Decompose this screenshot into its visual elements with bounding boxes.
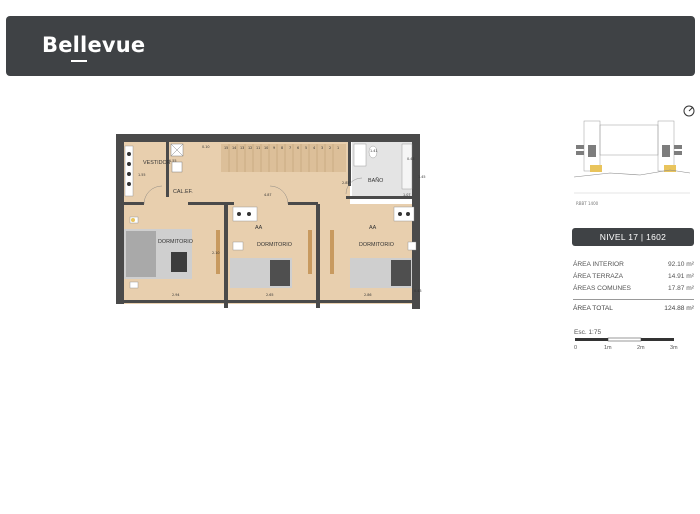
key-plan: RBBT 1400 <box>573 120 691 206</box>
step-2: 2 <box>329 146 331 150</box>
dim-6: 2.10 <box>212 251 220 255</box>
step-1: 1 <box>337 146 339 150</box>
label-dormitorio-3: DORMITORIO <box>359 242 394 248</box>
dim-8: 2.65 <box>266 293 274 297</box>
keyplan-label: RBBT 1400 <box>576 201 599 206</box>
area-divider <box>573 299 694 300</box>
scale-tick-0: 0 <box>574 345 577 351</box>
scale-bar: 0 1m 2m 3m <box>574 337 678 351</box>
dim-10: 1.41 <box>370 149 378 153</box>
dim-9: 2.86 <box>364 293 372 297</box>
area-value-total: 124.88 m² <box>664 305 694 312</box>
dim-11: 0.43 <box>407 157 415 161</box>
wall-v1 <box>224 204 228 308</box>
wall-top <box>116 134 420 142</box>
scale-tick-3: 3m <box>670 345 678 351</box>
dim-14: 0.43 <box>414 289 422 293</box>
dim-4: 4.87 <box>264 193 272 197</box>
step-9: 9 <box>273 146 275 150</box>
brand-underline <box>71 60 87 62</box>
header-bar: Bellevue <box>6 16 695 76</box>
area-row-interior: ÁREA INTERIOR 92.10 m² <box>573 259 694 271</box>
area-row-terraza: ÁREA TERRAZA 14.91 m² <box>573 271 694 283</box>
step-7: 7 <box>289 146 291 150</box>
dim-3: 1.55 <box>138 173 146 177</box>
label-calef: CAL.EF. <box>173 189 193 195</box>
step-8: 8 <box>281 146 283 150</box>
dim-12: 1.45 <box>418 175 426 179</box>
area-label-terraza: ÁREA TERRAZA <box>573 273 624 280</box>
scale-tick-2: 2m <box>637 345 645 351</box>
step-14: 14 <box>232 146 236 150</box>
step-6: 6 <box>297 146 299 150</box>
areas-table: ÁREA INTERIOR 92.10 m² ÁREA TERRAZA 14.9… <box>573 259 694 315</box>
label-dormitorio-1: DORMITORIO <box>158 239 193 245</box>
step-12: 12 <box>248 146 252 150</box>
step-4: 4 <box>313 146 315 150</box>
step-11: 11 <box>256 146 260 150</box>
scale-label: Esc. 1:75 <box>574 329 602 336</box>
label-vestidor: VESTIDOR <box>143 160 171 166</box>
brand-logo[interactable]: Bellevue <box>42 33 145 57</box>
stair-step-numbers: 15 14 13 12 11 10 9 8 7 6 5 4 3 2 1 <box>224 146 339 150</box>
wall-h3 <box>288 202 318 205</box>
wall-v2 <box>316 204 320 308</box>
area-label-comunes: ÁREAS COMUNES <box>573 285 631 292</box>
dim-5: 2.85 <box>342 181 350 185</box>
area-value-terraza: 14.91 m² <box>667 273 694 280</box>
dim-13: 1.07 <box>403 193 411 197</box>
label-dormitorio-2: DORMITORIO <box>257 242 292 248</box>
wall-v4 <box>166 142 169 197</box>
area-label-interior: ÁREA INTERIOR <box>573 261 624 268</box>
step-10: 10 <box>264 146 268 150</box>
label-aa-1: AA <box>255 225 263 231</box>
step-5: 5 <box>305 146 307 150</box>
area-value-interior: 92.10 m² <box>667 261 694 268</box>
step-3: 3 <box>321 146 323 150</box>
label-bano: BAÑO <box>368 177 383 184</box>
wall-left <box>116 134 124 304</box>
level-badge: NIVEL 17 | 1602 <box>572 228 694 246</box>
step-13: 13 <box>240 146 244 150</box>
dim-1: 0.10 <box>202 145 210 149</box>
wall-h1 <box>124 202 144 205</box>
dim-7: 2.94 <box>172 293 180 297</box>
wall-bottom <box>124 300 420 303</box>
unit-highlight-left <box>590 165 602 172</box>
step-15: 15 <box>224 146 228 150</box>
area-label-total: ÁREA TOTAL <box>573 305 613 312</box>
wall-v3 <box>348 142 351 186</box>
dim-2: 1.55 <box>169 159 177 163</box>
area-value-comunes: 17.87 m² <box>667 285 694 292</box>
scale-tick-1: 1m <box>604 345 612 351</box>
area-row-comunes: ÁREAS COMUNES 17.87 m² <box>573 283 694 295</box>
label-aa-2: AA <box>369 225 377 231</box>
area-row-total: ÁREA TOTAL 124.88 m² <box>573 303 694 315</box>
floor-plan: VESTIDOR CAL.EF. BAÑO DORMITORIO DORMITO… <box>116 134 426 309</box>
